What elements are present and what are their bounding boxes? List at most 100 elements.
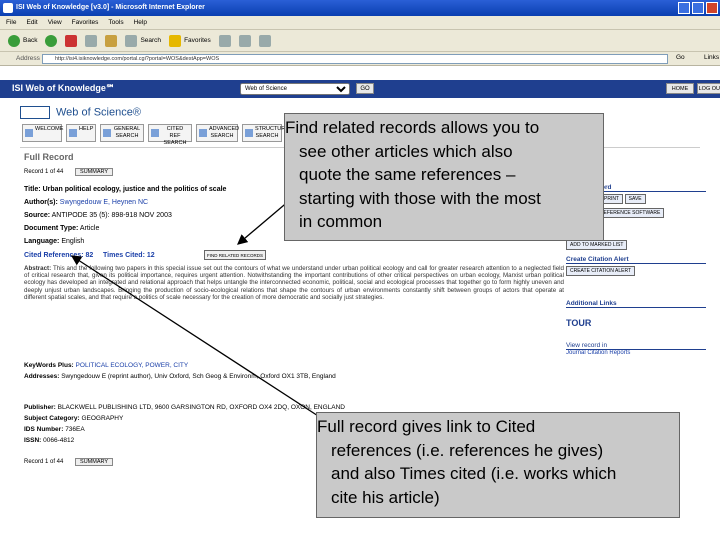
add-to-marked-list-button[interactable]: ADD TO MARKED LIST bbox=[566, 240, 628, 250]
callout-top-line-5: in common bbox=[299, 212, 383, 231]
abstract-label: Abstract: bbox=[24, 265, 52, 272]
wos-logo-text: Web of Science® bbox=[56, 106, 141, 119]
refresh-icon bbox=[85, 34, 98, 47]
cited-references-link[interactable]: Cited References: 82 bbox=[24, 252, 93, 259]
record-pager-text: Record 1 of 44 bbox=[24, 169, 64, 175]
record-doctype-line: Document Type: Article bbox=[24, 225, 99, 232]
back-arrow-icon bbox=[8, 34, 20, 47]
section-title: Full Record bbox=[24, 152, 74, 162]
isi-header: ISI Web of Knowledge℠ Web of Science GO … bbox=[0, 80, 720, 98]
database-select[interactable]: Web of Science bbox=[240, 83, 350, 95]
journal-citation-reports-link[interactable]: Journal Citation Reports bbox=[566, 350, 630, 356]
isi-home-button[interactable]: HOME bbox=[666, 83, 694, 94]
record-title-line: Title: Urban political ecology, justice … bbox=[24, 186, 226, 193]
logout-button[interactable]: LOG OUT bbox=[697, 83, 720, 94]
maximize-button[interactable] bbox=[692, 2, 704, 14]
wos-logo-icon bbox=[20, 106, 50, 119]
record-publisher: BLACKWELL PUBLISHING LTD, 9600 GARSINGTO… bbox=[57, 404, 346, 411]
record-language-line: Language: English bbox=[24, 238, 84, 245]
tour-logo[interactable]: TOUR bbox=[566, 318, 706, 328]
record-publisher-line: Publisher: BLACKWELL PUBLISHING LTD, 960… bbox=[24, 404, 345, 411]
menu-favorites[interactable]: Favorites bbox=[72, 16, 99, 29]
menu-help[interactable]: Help bbox=[134, 16, 147, 29]
callout-bottom-line-1: Full record gives link to Cited bbox=[317, 417, 536, 436]
mail-icon bbox=[238, 34, 251, 47]
title-label: Title: bbox=[24, 186, 41, 193]
go-button[interactable]: Go bbox=[676, 54, 685, 61]
nav-general-search-button[interactable]: GENERAL SEARCH bbox=[100, 124, 144, 142]
menu-file[interactable]: File bbox=[6, 16, 16, 29]
publisher-label: Publisher: bbox=[24, 404, 56, 411]
wos-logo: Web of Science® bbox=[20, 106, 141, 119]
nav-welcome-button[interactable]: WELCOME bbox=[22, 124, 63, 142]
print-button[interactable] bbox=[258, 34, 271, 47]
issn-label: ISSN: bbox=[24, 437, 42, 444]
refresh-button[interactable] bbox=[85, 34, 98, 47]
callout-top-line-1: Find related records allows you to bbox=[285, 118, 540, 137]
record-subject: GEOGRAPHY bbox=[81, 415, 124, 422]
window-title-bar: ISI Web of Knowledge [v3.0] - Microsoft … bbox=[0, 0, 720, 16]
keywords-link[interactable]: POLITICAL ECOLOGY, POWER, CITY bbox=[76, 362, 189, 369]
forward-button[interactable] bbox=[45, 34, 58, 47]
close-button[interactable] bbox=[706, 2, 718, 14]
nav-advanced-search-button[interactable]: ADVANCED SEARCH bbox=[196, 124, 239, 142]
record-issn: 0066-4812 bbox=[43, 437, 75, 444]
callout-bottom-line-3: and also Times cited (i.e. works which bbox=[331, 464, 617, 483]
address-label: Address bbox=[16, 55, 40, 62]
favorites-button[interactable]: Favorites bbox=[169, 34, 211, 47]
stop-button[interactable] bbox=[65, 34, 78, 47]
save-button[interactable]: SAVE bbox=[624, 194, 646, 204]
nav-structure-search-button[interactable]: STRUCTURE SEARCH bbox=[242, 124, 289, 142]
subject-label: Subject Category: bbox=[24, 415, 80, 422]
record-addresses-line: Addresses: Swyngedouw E (reprint author)… bbox=[24, 373, 336, 380]
record-doctype: Article bbox=[79, 225, 100, 232]
record-ids: 736EA bbox=[65, 426, 85, 433]
times-cited-count: 12 bbox=[146, 252, 155, 259]
language-label: Language: bbox=[24, 238, 60, 245]
cited-references-count: 82 bbox=[85, 252, 94, 259]
create-citation-alert-button[interactable]: CREATE CITATION ALERT bbox=[566, 266, 636, 276]
times-cited-label: Times Cited: bbox=[103, 252, 145, 259]
citation-alert-heading: Create Citation Alert bbox=[566, 256, 706, 264]
callout-bottom-line-4: cite his article) bbox=[331, 487, 440, 507]
isi-brand: ISI Web of Knowledge℠ bbox=[12, 83, 116, 93]
ids-label: IDS Number: bbox=[24, 426, 64, 433]
authors-link[interactable]: Swyngedouw E, Heynen NC bbox=[60, 199, 148, 206]
menu-tools[interactable]: Tools bbox=[108, 16, 123, 29]
record-language: English bbox=[61, 238, 85, 245]
print-icon bbox=[258, 34, 271, 47]
back-label: Back bbox=[23, 37, 38, 44]
minimize-button[interactable] bbox=[678, 2, 690, 14]
find-related-records-button[interactable]: FIND RELATED RECORDS bbox=[204, 250, 266, 260]
record-abstract: Abstract: This and the following two pap… bbox=[24, 265, 564, 301]
nav-help-button[interactable]: HELP bbox=[66, 124, 96, 142]
links-button[interactable]: Links bbox=[704, 54, 719, 61]
window-controls bbox=[678, 2, 718, 14]
authors-label: Author(s): bbox=[24, 199, 58, 206]
times-cited-link[interactable]: Times Cited: 12 bbox=[103, 252, 155, 259]
callout-top-line-3: quote the same references – bbox=[299, 165, 516, 184]
callout-full-record: Full record gives link to Cited referenc… bbox=[316, 412, 680, 518]
database-go-button[interactable]: GO bbox=[356, 83, 374, 94]
search-button[interactable]: Search bbox=[125, 34, 162, 47]
nav-cited-ref-search-button[interactable]: CITED REF SEARCH bbox=[148, 124, 192, 146]
callout-bottom-line-2: references (i.e. references he gives) bbox=[331, 440, 604, 460]
menu-view[interactable]: View bbox=[48, 16, 62, 29]
home-button[interactable] bbox=[105, 34, 118, 47]
back-button[interactable]: Back bbox=[8, 34, 38, 47]
forward-arrow-icon bbox=[45, 34, 58, 47]
record-addresses: Swyngedouw E (reprint author), Univ Oxfo… bbox=[61, 373, 336, 380]
summary-button-top[interactable]: SUMMARY bbox=[75, 168, 114, 176]
search-label: Search bbox=[140, 37, 162, 44]
menu-edit[interactable]: Edit bbox=[26, 16, 37, 29]
window-title: ISI Web of Knowledge [v3.0] - Microsoft … bbox=[16, 4, 205, 11]
address-input[interactable]: http://isi4.isiknowledge.com/portal.cgi?… bbox=[42, 54, 668, 64]
callout-find-related: Find related records allows you to see o… bbox=[284, 113, 604, 241]
record-issn-line: ISSN: 0066-4812 bbox=[24, 437, 74, 444]
record-pager-bottom: Record 1 of 44 SUMMARY bbox=[24, 458, 114, 466]
callout-top-line-4: starting with those with the most bbox=[299, 188, 541, 208]
additional-links-heading: Additional Links bbox=[566, 300, 706, 308]
history-button[interactable] bbox=[218, 34, 231, 47]
mail-button[interactable] bbox=[238, 34, 251, 47]
summary-button-bottom[interactable]: SUMMARY bbox=[75, 458, 114, 466]
